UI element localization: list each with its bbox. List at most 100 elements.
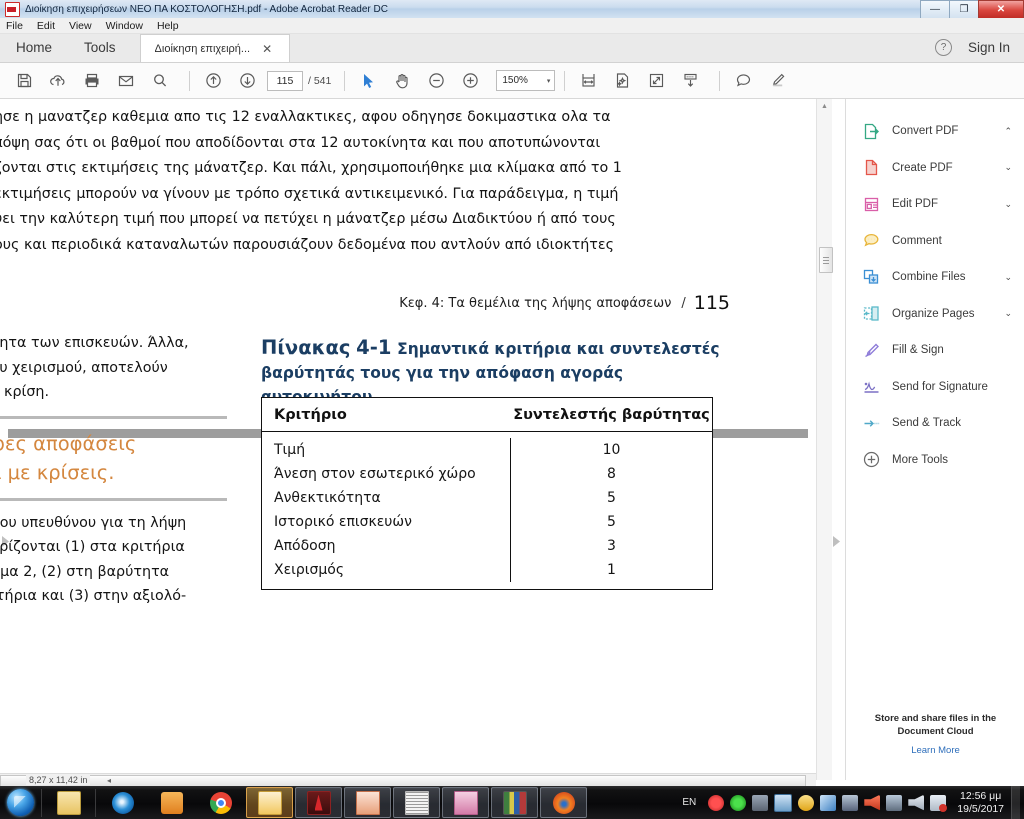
scroll-up-icon[interactable]: ▲ xyxy=(817,99,832,113)
tool-item-send-for-signature[interactable]: Send for Signature xyxy=(846,369,1024,406)
page-thumbnails-icon[interactable] xyxy=(676,67,704,95)
highlight-icon[interactable] xyxy=(763,67,791,95)
page-number-input[interactable]: 115 xyxy=(267,70,303,91)
system-tray: EN 12:56 μμ 19/5/2017 xyxy=(682,786,1024,819)
taskbar-item-windows-explorer[interactable] xyxy=(45,787,92,818)
taskbar-clock[interactable]: 12:56 μμ 19/5/2017 xyxy=(957,790,1004,816)
close-button[interactable]: ✕ xyxy=(978,0,1024,19)
print-icon[interactable] xyxy=(78,67,106,95)
document-viewer[interactable]: ησε η μανατζερ καθεμια απο τις 12 εναλλα… xyxy=(0,99,845,780)
zoom-out-icon[interactable] xyxy=(422,67,450,95)
tool-item-organize-pages[interactable]: Organize Pages ⌄ xyxy=(846,296,1024,333)
table-header-row: Κριτήριο Συντελεστής βαρύτητας xyxy=(262,398,712,432)
close-icon[interactable]: ✕ xyxy=(262,43,272,55)
record-icon[interactable] xyxy=(708,794,725,811)
learn-more-link[interactable]: Learn More xyxy=(846,745,1024,756)
tab-bar: Home Tools Διοίκηση επιχειρή... ✕ ? Sign… xyxy=(0,34,1024,63)
vertical-scrollbar-thumb[interactable] xyxy=(819,247,833,273)
minimize-button[interactable]: — xyxy=(920,0,949,19)
tab-tools[interactable]: Tools xyxy=(68,33,132,62)
taskbar-item-paint-document[interactable] xyxy=(442,787,489,818)
comment-icon[interactable] xyxy=(729,67,757,95)
fit-width-icon[interactable] xyxy=(574,67,602,95)
tool-item-label: Send & Track xyxy=(892,417,962,430)
internet-explorer-icon xyxy=(111,791,134,814)
chevron-down-icon[interactable]: ▾ xyxy=(547,77,551,85)
table-body: Τιμή 10 Άνεση στον εσωτερικό χώρο 8 Ανθε… xyxy=(262,432,712,589)
network-share-icon[interactable] xyxy=(752,794,769,811)
clock-date: 19/5/2017 xyxy=(957,802,1004,815)
taskbar-item-internet-explorer[interactable] xyxy=(99,787,146,818)
chevron-down-icon[interactable]: ⌄ xyxy=(1004,199,1012,210)
menu-item-edit[interactable]: Edit xyxy=(37,20,55,32)
flag-error-icon[interactable] xyxy=(930,794,948,812)
previous-page-icon[interactable] xyxy=(199,67,227,95)
tool-item-combine-files[interactable]: Combine Files ⌄ xyxy=(846,259,1024,296)
tool-item-send-and-track[interactable]: Send & Track xyxy=(846,405,1024,442)
speaker-icon[interactable] xyxy=(864,794,881,811)
text-document-icon xyxy=(404,790,429,815)
paint-document-icon xyxy=(453,790,478,815)
taskbar-item-chrome[interactable] xyxy=(197,787,244,818)
language-indicator[interactable]: EN xyxy=(682,797,696,808)
taskbar-item-powerpoint-document[interactable] xyxy=(344,787,391,818)
send-for-signature-icon xyxy=(860,376,882,398)
tab-document[interactable]: Διοίκηση επιχειρή... ✕ xyxy=(139,34,290,62)
next-page-icon[interactable] xyxy=(233,67,261,95)
chevron-down-icon[interactable]: ⌄ xyxy=(1004,162,1012,173)
connection-icon[interactable] xyxy=(842,794,859,811)
taskbar-item-firefox[interactable] xyxy=(540,787,587,818)
tool-item-fill-and-sign[interactable]: Fill & Sign xyxy=(846,332,1024,369)
help-icon[interactable]: ? xyxy=(934,39,952,56)
select-tool-icon[interactable] xyxy=(354,67,382,95)
tool-item-convert-pdf[interactable]: Convert PDF ⌃ xyxy=(846,113,1024,150)
start-button[interactable] xyxy=(1,787,39,818)
resize-handle-icon[interactable]: ◂ xyxy=(107,776,111,785)
taskbar-item-acrobat[interactable] xyxy=(295,787,342,818)
taskbar-item-media-player[interactable] xyxy=(148,787,195,818)
tool-item-edit-pdf[interactable]: Edit PDF ⌄ xyxy=(846,186,1024,223)
divider xyxy=(0,415,227,419)
tool-item-create-pdf[interactable]: Create PDF ⌄ xyxy=(846,150,1024,187)
screen-icon[interactable] xyxy=(774,793,793,812)
volume-icon[interactable] xyxy=(908,794,925,811)
taskbar-item-text-document[interactable] xyxy=(393,787,440,818)
taskbar-item-books-library[interactable] xyxy=(491,787,538,818)
shield-icon[interactable] xyxy=(798,794,815,811)
chevron-down-icon[interactable]: ⌄ xyxy=(1004,308,1012,319)
toolbar-separator-1 xyxy=(189,70,190,91)
zoom-in-icon[interactable] xyxy=(456,67,484,95)
sign-in-button[interactable]: Sign In xyxy=(968,40,1010,55)
search-icon[interactable] xyxy=(146,67,174,95)
zoom-level-dropdown[interactable]: 150% ▾ xyxy=(496,70,556,91)
tab-home[interactable]: Home xyxy=(0,33,68,62)
pen-icon[interactable] xyxy=(820,794,837,811)
enhance-scans-icon[interactable] xyxy=(608,67,636,95)
horizontal-scrollbar[interactable] xyxy=(0,773,816,787)
email-icon[interactable] xyxy=(112,67,140,95)
toolbar-separator-4 xyxy=(719,70,721,91)
network-icon[interactable] xyxy=(886,794,903,811)
show-desktop-button[interactable] xyxy=(1011,786,1020,819)
taskbar-item-outlook[interactable] xyxy=(246,787,293,818)
upload-cloud-icon[interactable] xyxy=(44,67,72,95)
menu-item-view[interactable]: View xyxy=(69,20,92,32)
cell-weight: 1 xyxy=(510,558,712,582)
tool-item-more-tools[interactable]: More Tools xyxy=(846,442,1024,479)
menu-item-file[interactable]: File xyxy=(6,20,23,32)
microsoft-outlook-icon xyxy=(257,790,282,815)
next-page-arrow-icon[interactable] xyxy=(832,535,841,548)
fit-page-icon[interactable] xyxy=(642,67,670,95)
menu-item-help[interactable]: Help xyxy=(157,20,179,32)
chevron-down-icon[interactable]: ⌄ xyxy=(1004,272,1012,283)
sync-icon[interactable] xyxy=(730,794,747,811)
save-icon[interactable] xyxy=(10,67,38,95)
tool-item-comment[interactable]: Comment xyxy=(846,223,1024,260)
maximize-button[interactable]: ❐ xyxy=(949,0,978,19)
left-column-text: ότητα των επισκευών. Άλλα, του χειρισμού… xyxy=(0,331,240,609)
menu-item-window[interactable]: Window xyxy=(106,20,143,32)
vertical-scrollbar[interactable]: ▲ xyxy=(816,99,833,780)
chevron-up-icon[interactable]: ⌃ xyxy=(1004,126,1012,137)
organize-pages-icon xyxy=(860,303,882,325)
hand-tool-icon[interactable] xyxy=(388,67,416,95)
